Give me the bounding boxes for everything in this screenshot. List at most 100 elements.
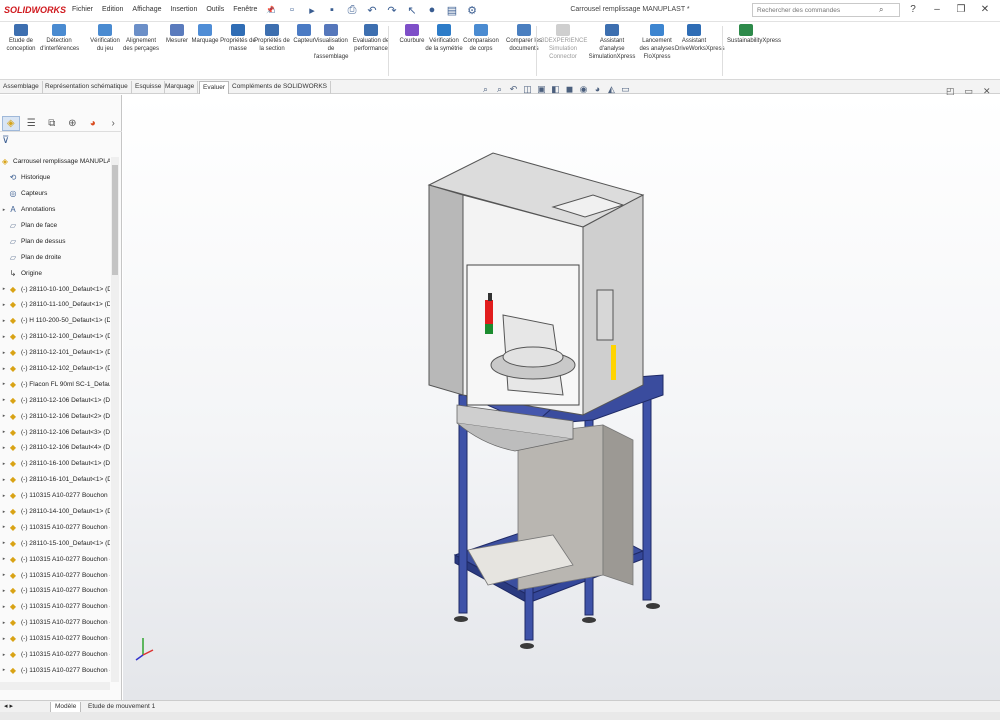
ribbon-button-6[interactable]: Propriétés de masse [219,24,257,53]
tree-item[interactable]: ▸ ◆ (-) 28110-12-102_Defaut<1> (D [0,361,110,377]
tree-item[interactable]: ▸ ◆ (-) 110315 A10-0277 Bouchon - [0,599,110,615]
tab-4[interactable]: Evaluer [199,81,230,94]
expand-arrow-icon[interactable]: ▸ [0,429,8,435]
previous-view-icon[interactable]: ↶ [508,84,519,95]
zoom-to-fit-icon[interactable]: ⌕ [480,84,491,95]
graphics-area[interactable] [123,95,1000,700]
minimize-button[interactable]: – [930,3,944,17]
ribbon-button-9[interactable]: Visualisation de l'assemblage [312,24,350,61]
expand-arrow-icon[interactable]: ▸ [0,477,8,483]
tree-item[interactable]: ▸ ◆ (-) 28110-16-101_Defaut<1> (D [0,472,110,488]
tree-item[interactable]: ▸ ◆ (-) H 110-200-50_Defaut<1> (D [0,313,110,329]
tree-root[interactable]: ◈ Carrousel remplissage MANUPLAST [0,154,110,170]
restore-button[interactable]: ❐ [954,3,968,17]
rebuild-icon[interactable]: ● [424,2,440,18]
tree-item[interactable]: ↳ Origine [0,265,110,281]
machine-3d-model[interactable] [123,95,1000,700]
expand-arrow-icon[interactable]: ▸ [0,302,8,308]
tree-item[interactable]: ▸ ◆ (-) 110315 A10-0277 Bouchon - [0,551,110,567]
ribbon-button-10[interactable]: Evaluation de performance [352,24,390,53]
expand-panel-icon[interactable]: › [104,116,121,131]
expand-arrow-icon[interactable]: ▸ [0,636,8,642]
tree-item[interactable]: ▸ A Annotations [0,202,110,218]
search-box[interactable]: ⌕ [752,3,900,17]
tree-item[interactable]: ◎ Capteurs [0,186,110,202]
expand-arrow-icon[interactable]: ▸ [0,366,8,372]
hide-show-items-icon[interactable]: ◉ [578,84,589,95]
tree-item[interactable]: ▱ Plan de face [0,218,110,234]
tree-item[interactable]: ▸ ◆ (-) 28110-12-100_Defaut<1> (D [0,329,110,345]
ribbon-button-17[interactable]: Lancement des analyses FloXpress [638,24,676,61]
ribbon-button-16[interactable]: Assistant d'analyse SimulationXpress [587,24,637,61]
expand-arrow-icon[interactable]: ▸ [0,509,8,515]
tree-item[interactable]: ▸ ◆ (-) 28110-12-106 Defaut<4> (D [0,440,110,456]
section-view-icon[interactable]: ◫ [522,84,533,95]
tree-item[interactable]: ▸ ◆ (-) 28110-12-106 Defaut<1> (D [0,392,110,408]
redo-icon[interactable]: ↷ [384,2,400,18]
tree-item[interactable]: ▸ ◆ (-) 28110-12-106 Defaut<3> (D [0,424,110,440]
expand-arrow-icon[interactable]: ▸ [0,445,8,451]
ribbon-button-13[interactable]: Comparaison de corps [462,24,500,53]
tree-item[interactable]: ▸ ◆ (-) 28110-12-106 Defaut<2> (D [0,408,110,424]
ribbon-button-1[interactable]: Détection d'interférences [40,24,79,53]
dynamic-annotation-icon[interactable]: ▣ [536,84,547,95]
display-manager-tab-icon[interactable]: ◕ [84,116,101,131]
expand-arrow-icon[interactable]: ▸ [0,540,8,546]
tree-item[interactable]: ▱ Plan de droite [0,249,110,265]
tree-item[interactable]: ⟲ Historique [0,170,110,186]
expand-arrow-icon[interactable]: ▸ [0,461,8,467]
expand-arrow-icon[interactable]: ▸ [0,667,8,673]
tree-item[interactable]: ▸ ◆ (-) 28110-12-101_Defaut<1> (D [0,345,110,361]
ribbon-button-2[interactable]: Vérification du jeu [86,24,124,53]
expand-arrow-icon[interactable]: ▸ [0,381,8,387]
search-icon[interactable]: ⌕ [879,5,883,15]
expand-arrow-icon[interactable]: ▸ [0,207,8,213]
dimxpert-tab-icon[interactable]: ⊕ [64,116,81,131]
ribbon-button-14[interactable]: Comparer les documents [505,24,543,53]
tab-1[interactable]: Représentation schématique [42,81,132,94]
expand-arrow-icon[interactable]: ▸ [0,604,8,610]
tree-item[interactable]: ▸ ◆ (-) 28110-14-100_Defaut<1> (D [0,504,110,520]
expand-arrow-icon[interactable]: ▸ [0,350,8,356]
expand-arrow-icon[interactable]: ▸ [0,524,8,530]
view-orientation-icon[interactable]: ◧ [550,84,561,95]
expand-arrow-icon[interactable]: ▸ [0,334,8,340]
view-settings-icon[interactable]: ▭ [620,84,631,95]
tree-item[interactable]: ▸ ◆ (-) 28110-15-100_Defaut<1> (D [0,535,110,551]
tree-item[interactable]: ▸ ◆ (-) 28110-11-100_Defaut<1> (D [0,297,110,313]
undo-icon[interactable]: ↶ [364,2,380,18]
tree-item[interactable]: ▸ ◆ (-) 110315 A10-0277 Bouchon - [0,647,110,663]
expand-arrow-icon[interactable]: ▸ [0,620,8,626]
edit-appearance-icon[interactable]: ◕ [592,84,603,95]
open-icon[interactable]: ▸ [304,2,320,18]
zoom-area-icon[interactable]: ⌕ [494,84,505,95]
expand-arrow-icon[interactable]: ▸ [0,556,8,562]
bottom-tab-nav-icon[interactable]: ◂ ▸ [4,702,13,710]
tree-vertical-scrollbar[interactable] [111,157,119,682]
tree-item[interactable]: ▸ ◆ (-) 110315 A10-0277 Bouchon - [0,567,110,583]
tree-item[interactable]: ▸ ◆ (-) 110315 A10-0277 Bouchon - [0,519,110,535]
tree-item[interactable]: ▸ ◆ (-) 110315 A10-0277 Bouchon - [0,663,110,679]
help-icon[interactable]: ? [906,3,920,17]
expand-arrow-icon[interactable]: ▸ [0,397,8,403]
tree-item[interactable]: ▱ Plan de dessus [0,233,110,249]
filter-icon[interactable]: ⊽ [2,135,9,146]
menu-item-edition[interactable]: Edition [102,6,123,14]
tab-5[interactable]: Compléments de SOLIDWORKS [229,81,332,94]
menu-item-fichier[interactable]: Fichier [72,6,93,14]
print-icon[interactable]: ⎙ [344,2,360,18]
ribbon-button-19[interactable]: SustainabilityXpress [727,24,781,45]
tab-0[interactable]: Assemblage [0,81,43,94]
menu-item-fenetre[interactable]: Fenêtre [233,6,257,14]
tree-item[interactable]: ▸ ◆ (-) 110315 A10-0277 Bouchon - [0,583,110,599]
menu-item-insertion[interactable]: Insertion [170,6,197,14]
expand-arrow-icon[interactable]: ▸ [0,413,8,419]
tree-item[interactable]: ▸ ◆ (-) 28110-10-100_Defaut<1> (D [0,281,110,297]
menu-item-outils[interactable]: Outils [206,6,224,14]
ribbon-button-18[interactable]: Assistant DriveWorksXpress [675,24,725,53]
feature-manager-tab-icon[interactable]: ◈ [2,115,20,131]
apply-scene-icon[interactable]: ◭ [606,84,617,95]
ribbon-button-15[interactable]: 3DEXPERIENCE Simulation Connector [541,24,587,61]
ribbon-button-12[interactable]: Vérification de la symétrie [425,24,463,53]
close-button[interactable]: ✕ [978,3,992,17]
